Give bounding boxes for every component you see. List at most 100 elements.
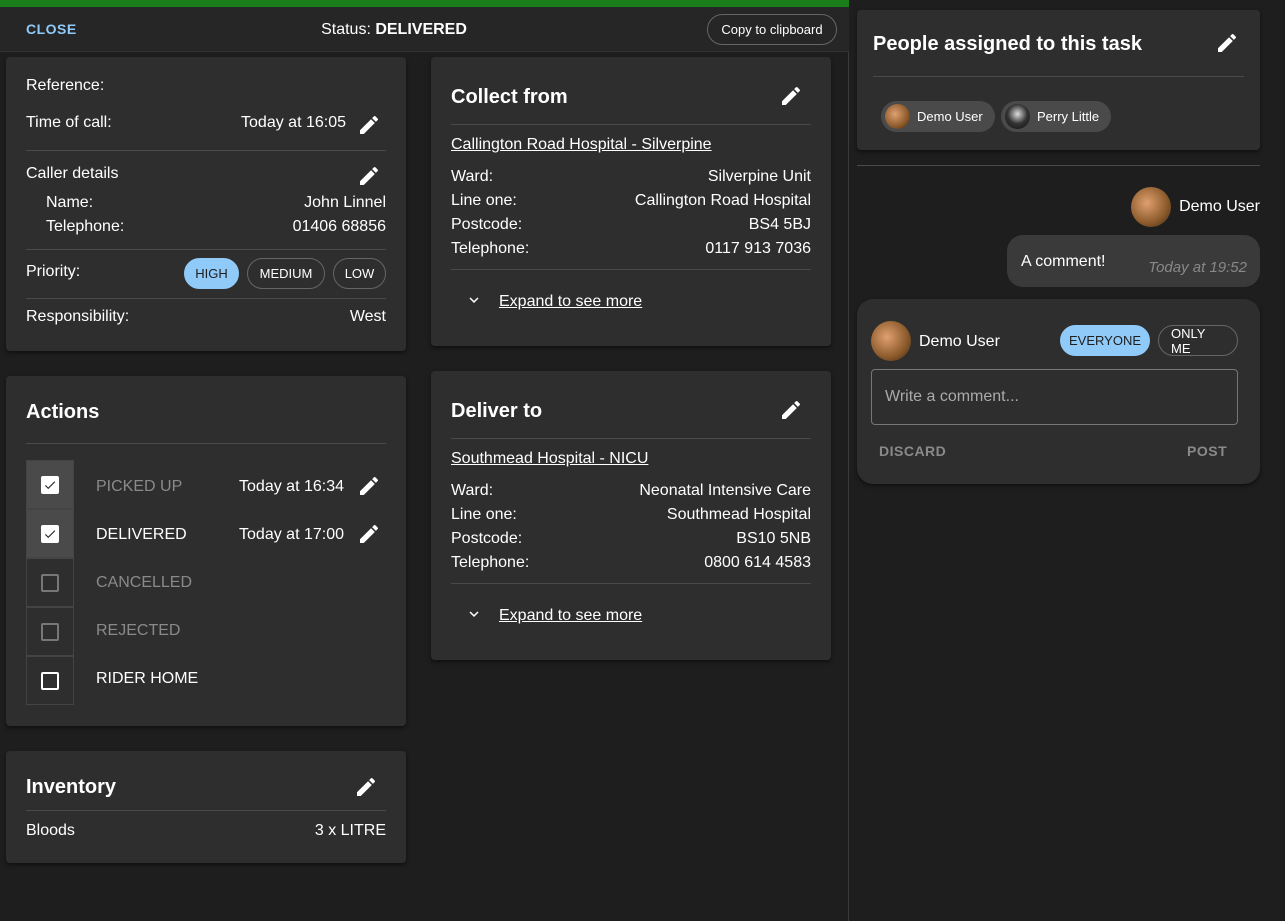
rejected-label: REJECTED	[96, 622, 181, 639]
collect-phone-label: Telephone:	[451, 240, 530, 257]
assigned-person-chip[interactable]: Perry Little	[1001, 101, 1112, 132]
caller-name-row: Name: John Linnel	[46, 194, 386, 212]
deliver-postcode-label: Postcode:	[451, 530, 523, 547]
delivered-checkbox[interactable]	[41, 524, 59, 543]
delivered-time: Today at 17:00	[239, 526, 344, 543]
action-checkbox-cell	[26, 558, 74, 607]
edit-caller-details-icon[interactable]	[357, 164, 381, 188]
edit-inventory-icon[interactable]	[354, 775, 378, 799]
inventory-item-value: 3 x LITRE	[314, 822, 386, 839]
action-checkbox-cell	[26, 607, 74, 656]
deliver-phone-label: Telephone:	[451, 554, 530, 571]
comment-input[interactable]: Write a comment...	[871, 369, 1238, 425]
reference-row: Reference:	[26, 77, 386, 95]
edit-deliver-to-icon[interactable]	[779, 398, 803, 422]
edit-picked-up-icon[interactable]	[357, 474, 381, 498]
divider	[451, 124, 811, 125]
caller-phone-row: Telephone: 01406 68856	[46, 218, 386, 236]
status-value: DELIVERED	[375, 21, 467, 38]
deliver-line-label: Line one:	[451, 506, 517, 523]
collect-line-row: Line one: Callington Road Hospital	[451, 192, 811, 210]
assigned-people-card: People assigned to this task Demo User P…	[857, 10, 1260, 150]
deliver-ward-value: Neonatal Intensive Care	[639, 482, 811, 499]
priority-medium-chip[interactable]: MEDIUM	[247, 258, 325, 289]
assigned-person-name: Perry Little	[1037, 109, 1100, 124]
divider	[26, 298, 386, 299]
deliver-ward-row: Ward: Neonatal Intensive Care	[451, 482, 811, 500]
collect-postcode-value: BS4 5BJ	[748, 216, 811, 233]
divider	[26, 443, 386, 444]
divider	[451, 438, 811, 439]
responsibility-row: Responsibility: West	[26, 308, 386, 326]
status-progress-bar	[0, 0, 849, 7]
priority-high-chip[interactable]: HIGH	[184, 258, 239, 289]
avatar	[1131, 187, 1172, 227]
task-status: Status: DELIVERED	[0, 21, 788, 39]
status-progress-fill	[0, 0, 849, 7]
collect-ward-label: Ward:	[451, 168, 494, 185]
picked-up-checkbox[interactable]	[41, 475, 59, 494]
priority-low-chip[interactable]: LOW	[333, 258, 386, 289]
responsibility-label: Responsibility:	[26, 308, 130, 325]
chevron-down-icon[interactable]	[465, 605, 483, 623]
task-details-card: Reference: Time of call: Today at 16:05 …	[6, 57, 406, 351]
time-of-call-row: Time of call: Today at 16:05	[26, 114, 346, 132]
deliver-phone-row: Telephone: 0800 614 4583	[451, 554, 811, 572]
post-button[interactable]: POST	[1187, 443, 1227, 459]
collect-from-card: Collect from Callington Road Hospital - …	[431, 57, 831, 346]
avatar	[1005, 104, 1030, 129]
inventory-title: Inventory	[26, 776, 117, 798]
cancelled-label: CANCELLED	[96, 574, 193, 591]
priority-selector: HIGH MEDIUM LOW	[184, 258, 386, 289]
actions-card: Actions PICKED UP Today at 16:34 DELIVER…	[6, 376, 406, 726]
avatar	[871, 321, 911, 361]
collect-postcode-row: Postcode: BS4 5BJ	[451, 216, 811, 234]
avatar	[885, 104, 910, 129]
divider	[26, 150, 386, 151]
action-checkbox-cell	[26, 460, 74, 509]
composer-author-name: Demo User	[919, 333, 1000, 350]
visibility-everyone-chip[interactable]: EVERYONE	[1060, 325, 1150, 356]
deliver-to-title: Deliver to	[451, 400, 543, 422]
comment-placeholder: Write a comment...	[885, 388, 1019, 405]
collect-line-label: Line one:	[451, 192, 517, 209]
caller-phone-label: Telephone:	[46, 218, 125, 235]
comments-pane: People assigned to this task Demo User P…	[850, 0, 1285, 921]
collect-location-link[interactable]: Callington Road Hospital - Silverpine	[451, 136, 712, 154]
caller-details-row: Caller details	[26, 165, 346, 183]
time-of-call-value: Today at 16:05	[241, 114, 346, 131]
rejected-checkbox[interactable]	[41, 622, 59, 641]
rider-home-checkbox[interactable]	[41, 671, 59, 690]
divider	[451, 583, 811, 584]
discard-button[interactable]: DISCARD	[879, 443, 946, 459]
edit-delivered-icon[interactable]	[357, 522, 381, 546]
deliver-expand-link[interactable]: Expand to see more	[499, 607, 642, 625]
deliver-ward-label: Ward:	[451, 482, 494, 499]
edit-collect-from-icon[interactable]	[779, 84, 803, 108]
deliver-to-card: Deliver to Southmead Hospital - NICU War…	[431, 371, 831, 660]
chevron-down-icon[interactable]	[465, 291, 483, 309]
visibility-only-me-chip[interactable]: ONLY ME	[1158, 325, 1238, 356]
inventory-card: Inventory Bloods 3 x LITRE	[6, 751, 406, 863]
deliver-location-link[interactable]: Southmead Hospital - NICU	[451, 450, 648, 468]
comment-author-name: Demo User	[1179, 198, 1260, 215]
copy-to-clipboard-button[interactable]: Copy to clipboard	[707, 14, 837, 45]
edit-assigned-icon[interactable]	[1215, 31, 1239, 55]
edit-time-of-call-icon[interactable]	[357, 113, 381, 137]
task-detail-pane: CLOSE Status: DELIVERED Copy to clipboar…	[0, 0, 849, 921]
divider	[26, 249, 386, 250]
assigned-title: People assigned to this task	[873, 33, 1142, 55]
actions-title: Actions	[26, 401, 100, 423]
deliver-postcode-value: BS10 5NB	[736, 530, 811, 547]
deliver-line-row: Line one: Southmead Hospital	[451, 506, 811, 524]
collect-expand-link[interactable]: Expand to see more	[499, 293, 642, 311]
collect-phone-row: Telephone: 0117 913 7036	[451, 240, 811, 258]
priority-label: Priority:	[26, 263, 81, 280]
caller-name-label: Name:	[46, 194, 94, 211]
comment-author: Demo User	[1131, 187, 1260, 227]
cancelled-checkbox[interactable]	[41, 573, 59, 592]
divider	[857, 165, 1260, 166]
delivered-label: DELIVERED	[96, 526, 187, 543]
assigned-person-chip[interactable]: Demo User	[881, 101, 995, 132]
collect-ward-value: Silverpine Unit	[707, 168, 811, 185]
